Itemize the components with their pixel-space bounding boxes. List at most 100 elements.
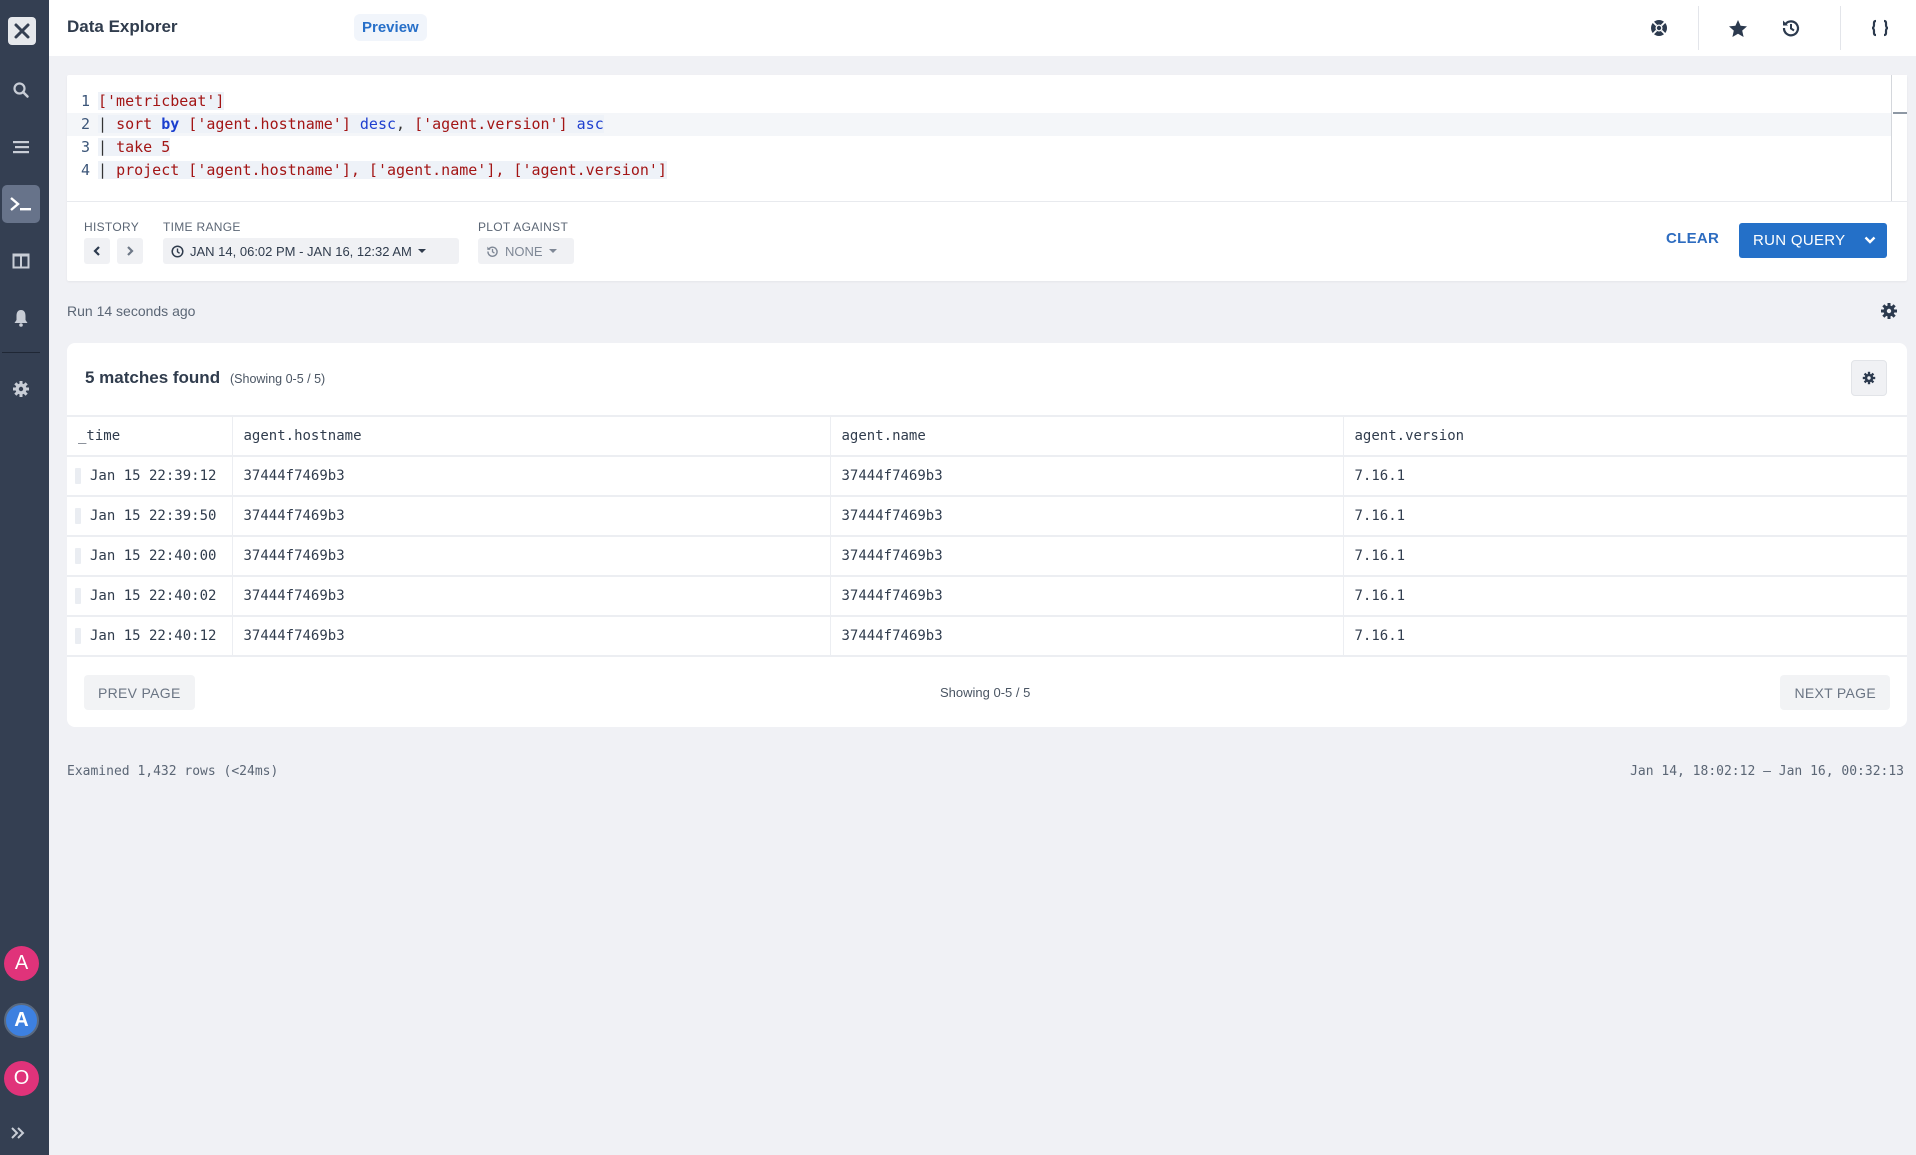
preview-badge: Preview xyxy=(354,14,427,41)
version-cell: 7.16.1 xyxy=(1343,575,1907,616)
chevron-down-icon xyxy=(1864,236,1876,244)
results-range: (Showing 0-5 / 5) xyxy=(230,372,326,386)
row-expand-handle[interactable] xyxy=(75,468,81,484)
line-number: 1 xyxy=(80,92,90,110)
scrollbar-thumb[interactable] xyxy=(1893,112,1907,114)
code-token: | xyxy=(98,161,117,179)
lifebuoy-icon xyxy=(1651,20,1667,36)
query-history-button[interactable] xyxy=(1779,16,1803,40)
caret-down-icon xyxy=(548,249,557,253)
gear-icon xyxy=(13,381,29,397)
expand-sidebar-button[interactable] xyxy=(10,1124,26,1145)
code-token: project ['agent.hostname'], ['agent.name… xyxy=(116,161,667,179)
avatar-org-a[interactable]: A xyxy=(4,1003,39,1038)
time-value: Jan 15 22:40:02 xyxy=(90,588,217,604)
name-cell: 37444f7469b3 xyxy=(830,535,1344,576)
code-token: | xyxy=(98,138,117,156)
column-header-name[interactable]: agent.name xyxy=(830,415,1344,456)
time-range-value: JAN 14, 06:02 PM - JAN 16, 12:32 AM xyxy=(190,243,412,259)
sidebar-item-dashboards[interactable] xyxy=(2,242,40,280)
hostname-cell: 37444f7469b3 xyxy=(232,495,831,536)
run-options-dropdown[interactable] xyxy=(1863,233,1877,251)
name-cell: 37444f7469b3 xyxy=(830,615,1344,657)
gear-icon xyxy=(1881,303,1897,319)
version-cell: 7.16.1 xyxy=(1343,615,1907,657)
clear-button[interactable]: CLEAR xyxy=(1666,230,1719,247)
name-cell: 37444f7469b3 xyxy=(830,455,1344,496)
code-token: take 5 xyxy=(116,138,171,156)
gear-icon xyxy=(1862,371,1876,385)
table-settings-button[interactable] xyxy=(1851,360,1887,396)
logo-x-icon xyxy=(14,23,30,39)
prev-page-button[interactable]: PREV PAGE xyxy=(84,675,195,710)
next-page-button[interactable]: NEXT PAGE xyxy=(1780,675,1890,710)
code-line-1: 1 ['metricbeat'] xyxy=(67,90,1891,113)
stream-icon xyxy=(13,141,29,154)
caret-down-icon xyxy=(417,249,426,253)
raw-json-button[interactable] xyxy=(1868,16,1892,40)
query-editor[interactable]: 1 ['metricbeat'] 2 | sort by ['agent.hostn… xyxy=(67,75,1891,201)
table-row[interactable]: Jan 15 22:40:00 37444f7469b3 37444f7469b… xyxy=(67,535,1907,576)
name-cell: 37444f7469b3 xyxy=(830,495,1344,536)
sidebar-item-stream[interactable] xyxy=(2,128,40,166)
row-expand-handle[interactable] xyxy=(75,548,81,564)
header-divider xyxy=(1840,6,1841,50)
table-row[interactable]: Jan 15 22:40:12 37444f7469b3 37444f7469b… xyxy=(67,615,1907,657)
code-line-4: 4 | project ['agent.hostname'], ['agent.n… xyxy=(67,159,1891,182)
query-settings-button[interactable] xyxy=(1880,302,1898,325)
history-back-button[interactable] xyxy=(84,238,110,264)
line-number: 2 xyxy=(80,115,90,133)
braces-icon xyxy=(1871,19,1889,37)
avatar-letter: A xyxy=(14,1009,29,1031)
hostname-cell: 37444f7469b3 xyxy=(232,575,831,616)
time-value: Jan 15 22:40:12 xyxy=(90,628,217,644)
column-header-version[interactable]: agent.version xyxy=(1343,415,1907,456)
code-token: | xyxy=(98,115,117,133)
dashboard-icon xyxy=(12,253,30,269)
table-row[interactable]: Jan 15 22:39:12 37444f7469b3 37444f7469b… xyxy=(67,455,1907,496)
starred-queries-button[interactable] xyxy=(1726,16,1750,40)
column-header-hostname[interactable]: agent.hostname xyxy=(232,415,831,456)
code-token: sort xyxy=(116,115,162,133)
bell-icon xyxy=(14,310,28,327)
name-cell: 37444f7469b3 xyxy=(830,575,1344,616)
time-value: Jan 15 22:39:50 xyxy=(90,508,217,524)
sidebar-item-settings[interactable] xyxy=(2,370,40,408)
time-cell: Jan 15 22:40:02 xyxy=(67,575,233,616)
run-query-button[interactable]: RUN QUERY xyxy=(1739,223,1887,258)
row-expand-handle[interactable] xyxy=(75,628,81,644)
time-cell: Jan 15 22:40:00 xyxy=(67,535,233,576)
history-forward-button[interactable] xyxy=(117,238,143,264)
code-token: , xyxy=(396,115,415,133)
table-row[interactable]: Jan 15 22:39:50 37444f7469b3 37444f7469b… xyxy=(67,495,1907,536)
time-range-picker[interactable]: JAN 14, 06:02 PM - JAN 16, 12:32 AM xyxy=(163,238,459,264)
plot-against-label: PLOT AGAINST xyxy=(478,220,569,234)
row-expand-handle[interactable] xyxy=(75,508,81,524)
plot-against-dropdown[interactable]: NONE xyxy=(478,238,574,264)
hostname-cell: 37444f7469b3 xyxy=(232,455,831,496)
code-token: ['agent.hostname'] xyxy=(179,115,360,133)
header-divider xyxy=(1698,6,1699,50)
chevron-left-icon xyxy=(93,246,100,256)
help-button[interactable] xyxy=(1647,16,1671,40)
sidebar-item-monitors[interactable] xyxy=(2,299,40,337)
sidebar-divider xyxy=(2,352,40,353)
sidebar-item-query[interactable] xyxy=(2,185,40,223)
app-logo[interactable] xyxy=(8,17,36,45)
code-token: ['metricbeat'] xyxy=(98,92,225,110)
column-header-time[interactable]: _time xyxy=(67,415,233,456)
code-token: ['agent.version'] xyxy=(414,115,577,133)
results-table: _time agent.hostname agent.name agent.ve… xyxy=(67,415,1907,657)
sidebar-item-search[interactable] xyxy=(2,71,40,109)
table-row[interactable]: Jan 15 22:40:02 37444f7469b3 37444f7469b… xyxy=(67,575,1907,616)
avatar-user-a[interactable]: A xyxy=(4,946,39,981)
sidebar: A A O xyxy=(0,0,49,1155)
chevron-right-icon xyxy=(127,246,134,256)
avatar-user-o[interactable]: O xyxy=(4,1061,39,1096)
search-icon xyxy=(13,82,29,98)
version-cell: 7.16.1 xyxy=(1343,535,1907,576)
line-number: 3 xyxy=(80,138,90,156)
editor-scrollbar[interactable] xyxy=(1891,75,1907,201)
row-expand-handle[interactable] xyxy=(75,588,81,604)
code-token: desc xyxy=(359,115,397,133)
